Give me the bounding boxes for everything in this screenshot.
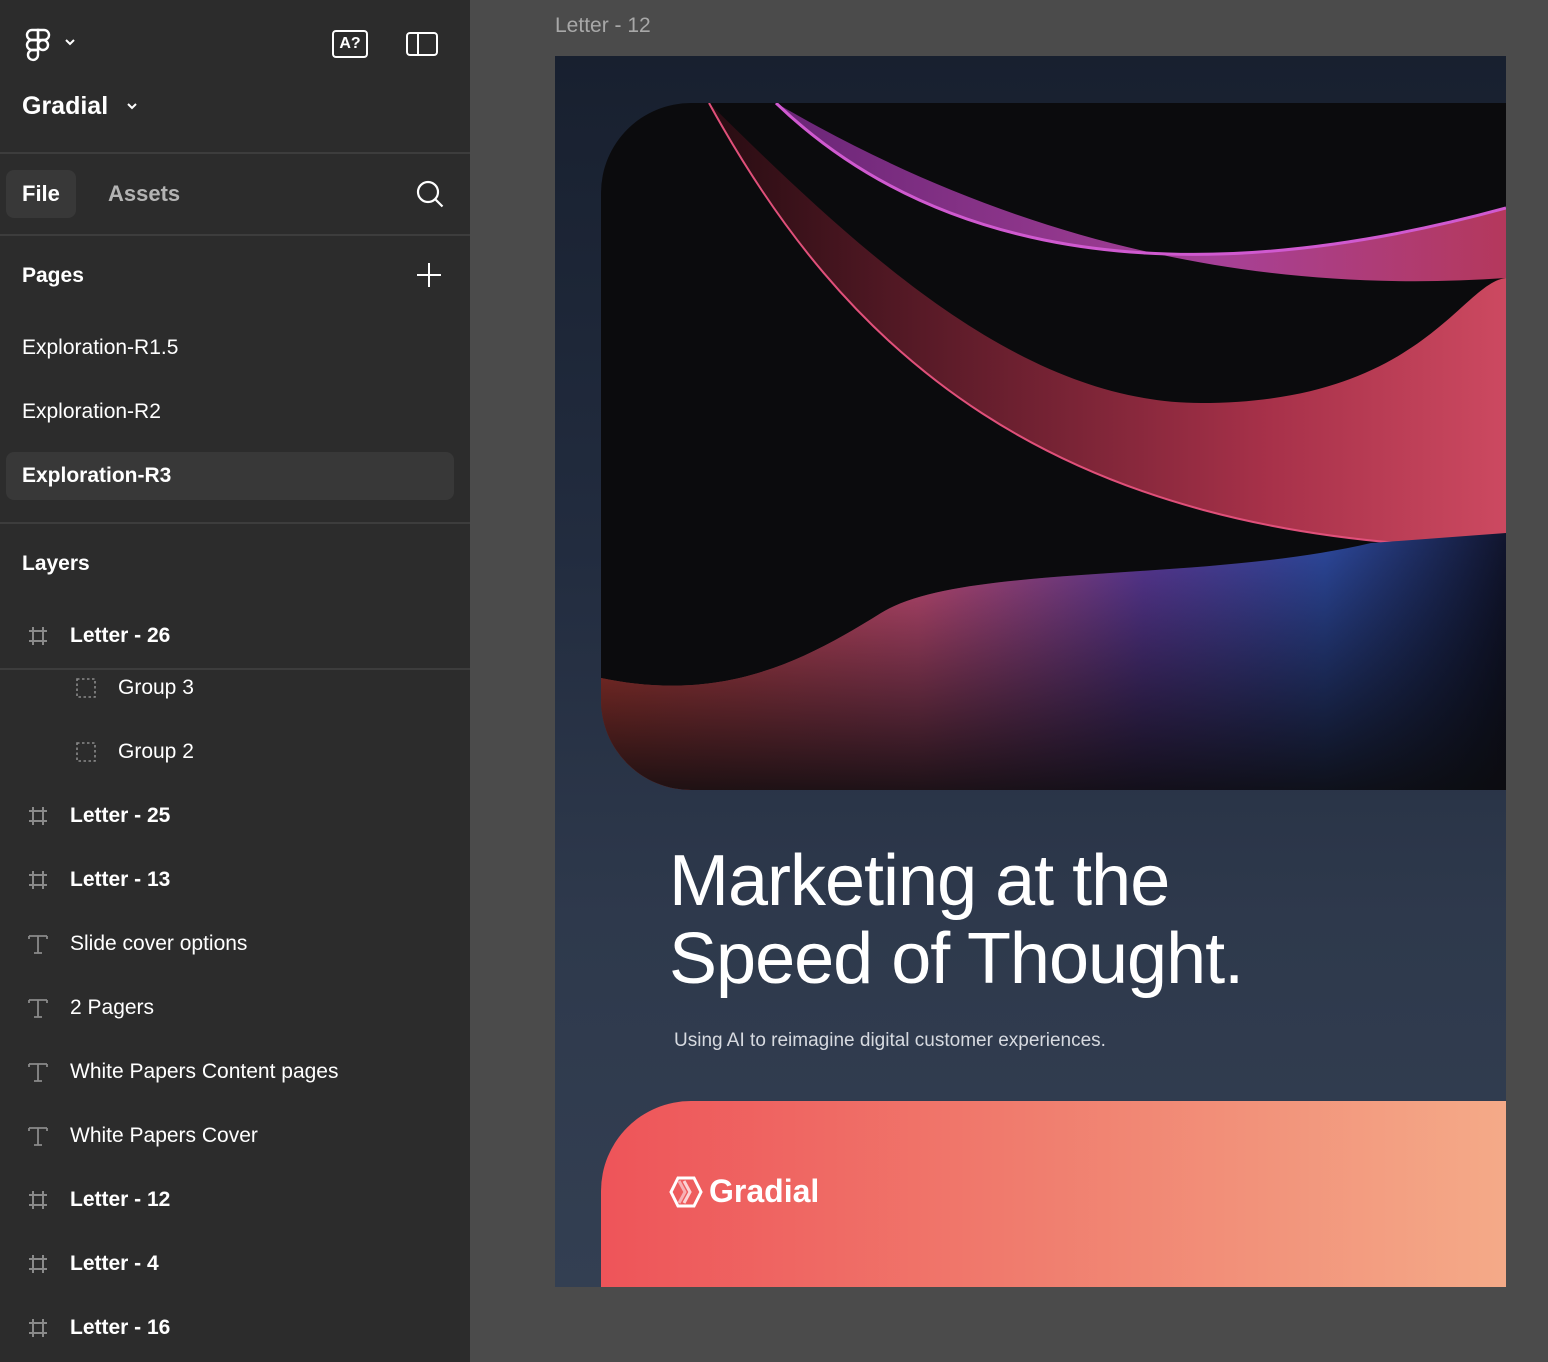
headline: Marketing at the Speed of Thought. — [669, 841, 1244, 999]
layer-row[interactable]: White Papers Cover — [0, 1112, 470, 1160]
frame-icon — [29, 871, 47, 889]
layer-row[interactable]: Letter - 4 — [0, 1240, 470, 1288]
page-item[interactable]: Exploration-R2 — [6, 388, 454, 436]
layer-label: Slide cover options — [70, 932, 248, 955]
frame-icon — [29, 807, 47, 825]
tab-file[interactable]: File — [6, 170, 76, 218]
brand-lockup: Gradial — [669, 1173, 819, 1210]
layer-label: Letter - 4 — [70, 1252, 159, 1275]
layer-label: White Papers Cover — [70, 1124, 258, 1147]
sidebar-panel-icon[interactable] — [406, 32, 438, 56]
layer-row[interactable]: Letter - 12 — [0, 1176, 470, 1224]
project-switcher[interactable]: Gradial — [22, 88, 138, 124]
group-icon — [76, 742, 96, 762]
layer-label: Letter - 16 — [70, 1316, 171, 1339]
layer-row[interactable]: Slide cover options — [0, 920, 470, 968]
layer-label: 2 Pagers — [70, 996, 155, 1019]
sidebar-topbar: A? — [0, 22, 470, 66]
text-icon — [28, 1127, 48, 1146]
layer-label: Group 2 — [118, 740, 194, 763]
project-name: Gradial — [22, 91, 109, 120]
brand-name: Gradial — [709, 1173, 820, 1209]
frame-icon — [29, 627, 47, 645]
frame-name-label[interactable]: Letter - 12 — [555, 14, 651, 38]
add-page-icon[interactable] — [416, 262, 442, 288]
hero-image — [601, 103, 1506, 790]
subheadline: Using AI to reimagine digital customer e… — [674, 1030, 1106, 1051]
headline-line-2: Speed of Thought. — [669, 919, 1244, 999]
layer-label: Group 3 — [118, 676, 194, 699]
divider — [0, 234, 470, 236]
artboard-letter-12[interactable]: Marketing at the Speed of Thought. Using… — [555, 56, 1506, 1287]
page-item[interactable]: Exploration-R1.5 — [6, 324, 454, 372]
search-icon[interactable] — [414, 178, 446, 210]
left-sidebar: A? Gradial File Assets Pages Exploration… — [0, 0, 470, 1362]
layer-row[interactable]: White Papers Content pages — [0, 1048, 470, 1096]
page-item-selected[interactable]: Exploration-R3 — [6, 452, 454, 500]
layer-label: Letter - 26 — [70, 624, 171, 647]
frame-icon — [29, 1255, 47, 1273]
layer-row[interactable]: Group 3 — [0, 664, 470, 712]
sidebar-tabs: File Assets — [6, 170, 464, 218]
chevron-down-icon[interactable] — [64, 36, 76, 48]
divider — [0, 522, 470, 524]
layer-row[interactable]: 2 Pagers — [0, 984, 470, 1032]
frame-icon — [29, 1319, 47, 1337]
divider — [0, 152, 470, 154]
layer-row[interactable]: Letter - 25 — [0, 792, 470, 840]
layer-label: White Papers Content pages — [70, 1060, 339, 1083]
layers-heading: Layers — [22, 552, 90, 575]
text-icon — [28, 1063, 48, 1082]
figma-logo-icon[interactable] — [24, 28, 52, 62]
layer-row[interactable]: Group 2 — [0, 728, 470, 776]
tab-assets[interactable]: Assets — [92, 170, 196, 218]
chevron-down-icon — [127, 103, 137, 110]
group-icon — [76, 678, 96, 698]
layer-label: Letter - 25 — [70, 804, 171, 827]
layer-row[interactable]: Letter - 16 — [0, 1304, 470, 1352]
pages-heading: Pages — [22, 264, 84, 287]
layer-label: Letter - 13 — [70, 868, 171, 891]
footer-band: Gradial — [601, 1101, 1506, 1287]
layer-label: Letter - 12 — [70, 1188, 171, 1211]
layer-row[interactable]: Letter - 13 — [0, 856, 470, 904]
gradial-logo-icon — [669, 1176, 703, 1207]
layer-row[interactable]: Letter - 26 — [0, 612, 470, 660]
text-icon — [28, 935, 48, 954]
text-icon — [28, 999, 48, 1018]
abstract-wave-graphic — [601, 103, 1506, 790]
headline-line-1: Marketing at the — [669, 841, 1170, 921]
frame-icon — [29, 1191, 47, 1209]
ai-actions-button[interactable]: A? — [332, 30, 368, 58]
